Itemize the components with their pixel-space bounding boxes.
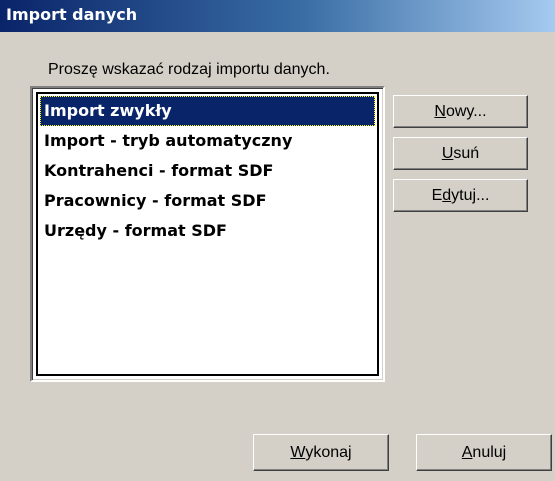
cancel-button[interactable]: Anuluj	[416, 434, 552, 471]
title-bar[interactable]: Import danych	[0, 0, 555, 32]
new-button-label: owy...	[445, 103, 487, 120]
edit-button-prefix: E	[431, 187, 443, 204]
listbox-frame: Import zwykły Import - tryb automatyczny…	[36, 92, 379, 376]
import-dialog: Import danych Proszę wskazać rodzaj impo…	[0, 0, 555, 481]
delete-button-label: suń	[453, 145, 480, 162]
edit-button-label: ytuj...	[451, 187, 490, 204]
list-item-import-zwykly[interactable]: Import zwykły	[40, 96, 375, 126]
instruction-label: Proszę wskazać rodzaj importu danych.	[48, 61, 330, 78]
execute-button-accel: W	[290, 444, 306, 461]
import-type-listbox[interactable]: Import zwykły Import - tryb automatyczny…	[30, 86, 385, 382]
new-button[interactable]: Nowy...	[393, 95, 528, 128]
execute-button-label: ykonaj	[305, 444, 352, 461]
execute-button[interactable]: Wykonaj	[253, 434, 389, 471]
cancel-button-accel: A	[461, 444, 473, 461]
list-item-contractors-sdf[interactable]: Kontrahenci - format SDF	[40, 156, 375, 186]
window-title: Import danych	[6, 5, 138, 24]
edit-button[interactable]: Edytuj...	[393, 179, 528, 212]
new-button-accel: N	[434, 103, 446, 120]
cancel-button-label: nuluj	[472, 444, 507, 461]
list-item-offices-sdf[interactable]: Urzędy - format SDF	[40, 216, 375, 246]
list-item-employees-sdf[interactable]: Pracownicy - format SDF	[40, 186, 375, 216]
edit-button-accel: d	[442, 187, 452, 204]
delete-button[interactable]: Usuń	[393, 137, 528, 170]
delete-button-accel: U	[441, 145, 454, 162]
list-item-import-automatic[interactable]: Import - tryb automatyczny	[40, 126, 375, 156]
